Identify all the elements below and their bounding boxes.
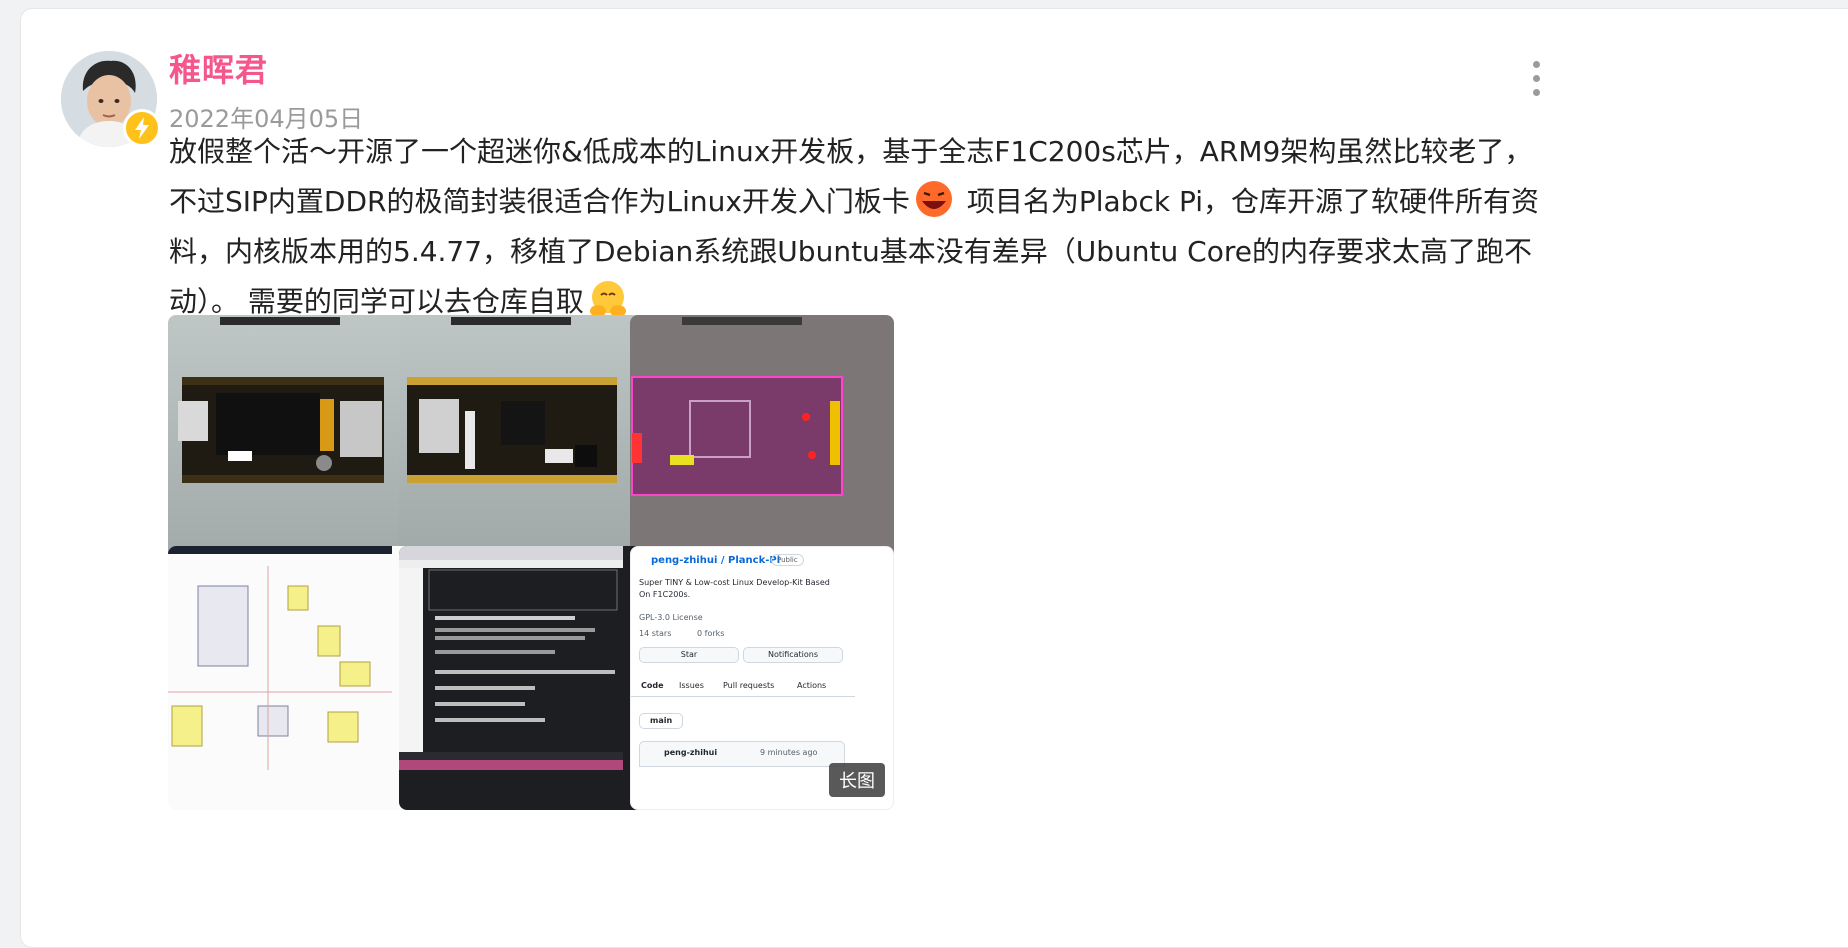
github-description: Super TINY & Low-cost Linux Develop-Kit … bbox=[639, 578, 830, 599]
github-latest-commit: peng-zhihui 9 minutes ago bbox=[639, 741, 845, 767]
github-license: GPL-3.0 License bbox=[639, 613, 703, 622]
long-image-tag: 长图 bbox=[829, 763, 885, 797]
github-card: peng-zhihui / Planck-Pi Public Super TIN… bbox=[631, 547, 855, 771]
github-tab-issues[interactable]: Issues bbox=[679, 681, 704, 690]
image-pcb-layout[interactable] bbox=[630, 315, 894, 579]
hugging-emoji-icon bbox=[588, 279, 628, 319]
laughing-emoji-icon bbox=[914, 179, 954, 219]
feed-card: 稚晖君 2022年04月05日 放假整个活～开源了一个超迷你&低成本的Linux… bbox=[20, 8, 1848, 948]
github-commit-time: 9 minutes ago bbox=[760, 748, 818, 757]
image-github-repo[interactable]: peng-zhihui / Planck-Pi Public Super TIN… bbox=[630, 546, 894, 810]
github-notifications-button[interactable]: Notifications bbox=[743, 647, 843, 663]
author-name[interactable]: 稚晖君 bbox=[169, 45, 268, 91]
github-star-button[interactable]: Star bbox=[639, 647, 739, 663]
avatar[interactable] bbox=[61, 51, 161, 147]
github-commit-user[interactable]: peng-zhihui bbox=[664, 748, 717, 757]
github-tab-code[interactable]: Code bbox=[641, 681, 664, 690]
image-board-top-view[interactable] bbox=[168, 315, 432, 579]
post-text: 放假整个活～开源了一个超迷你&低成本的Linux开发板，基于全志F1C200s芯… bbox=[169, 127, 1554, 327]
github-branch-select[interactable]: main bbox=[639, 713, 684, 729]
verified-lightning-icon bbox=[123, 109, 161, 147]
github-forks[interactable]: 0 forks bbox=[697, 629, 724, 638]
github-repo-name[interactable]: peng-zhihui / Planck-Pi bbox=[651, 555, 780, 566]
more-options-icon[interactable] bbox=[1533, 61, 1541, 99]
github-tab-pull-requests[interactable]: Pull requests bbox=[723, 681, 774, 690]
image-board-bottom-view[interactable] bbox=[399, 315, 663, 579]
github-tab-actions[interactable]: Actions bbox=[797, 681, 826, 690]
image-schematic[interactable] bbox=[168, 546, 432, 810]
github-tabs: Code Issues Pull requests Actions bbox=[631, 675, 855, 697]
github-stars[interactable]: 14 stars bbox=[639, 629, 671, 638]
image-terminal-screenshot[interactable] bbox=[399, 546, 663, 810]
github-public-badge: Public bbox=[771, 554, 804, 566]
